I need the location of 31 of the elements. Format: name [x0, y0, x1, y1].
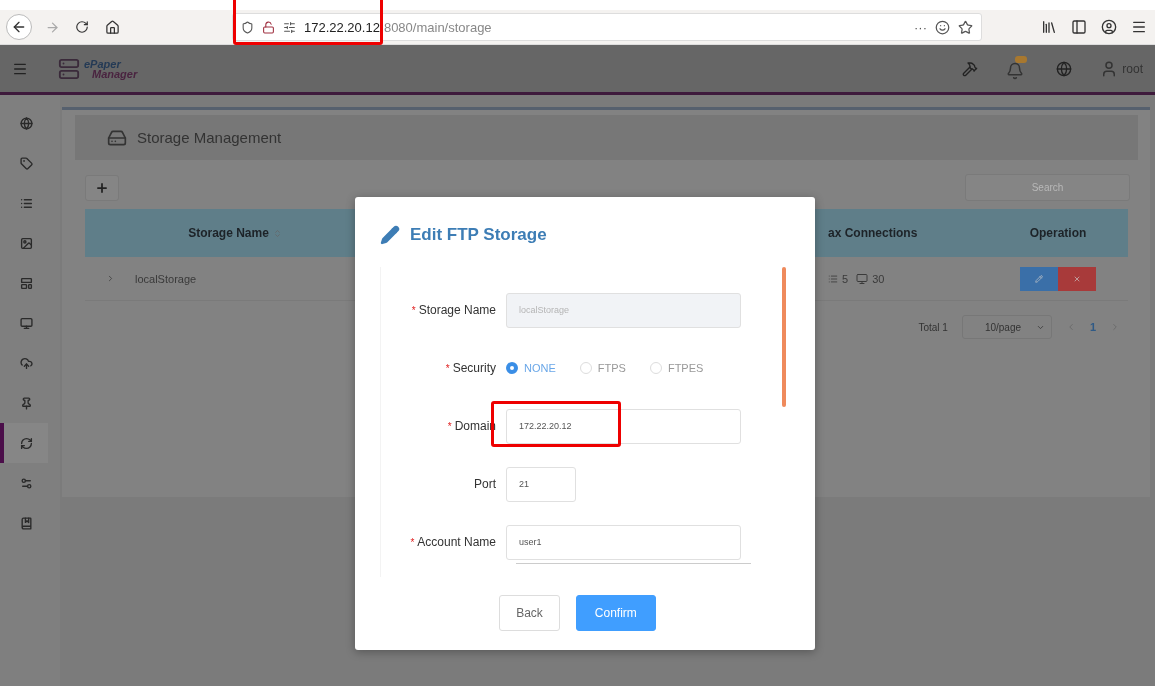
page-size-select[interactable]: 10/page — [961, 315, 1052, 339]
radio-option[interactable]: NONE — [506, 362, 556, 374]
field-label: Port — [473, 477, 497, 491]
field-label: * Account Name — [409, 535, 497, 549]
field-label: * Storage Name — [410, 303, 497, 317]
radio-label: FTPS — [597, 362, 626, 374]
radio-option[interactable]: FTPS — [579, 362, 626, 374]
page-title: Storage Management — [137, 129, 282, 146]
table-cell: 30 — [872, 272, 885, 285]
input-field[interactable]: 21 — [506, 466, 576, 502]
confirm-button[interactable]: Confirm — [575, 595, 656, 631]
page-number[interactable]: 1 — [1089, 321, 1096, 333]
column-header[interactable]: ax Connections — [828, 226, 918, 240]
radio-option[interactable]: FTPES — [649, 362, 704, 374]
table-cell: 5 — [842, 272, 849, 285]
address-bar[interactable]: 172.22.20.12 8080/main/storage ··· — [232, 13, 982, 41]
dialog-title: Edit FTP Storage — [410, 224, 547, 245]
column-header[interactable]: Storage Name — [188, 226, 269, 240]
logo: ePaper Manager — [58, 57, 138, 80]
input-field[interactable]: user1 — [506, 524, 741, 560]
page-actions-button[interactable]: ··· — [914, 19, 927, 35]
radio-label: FTPES — [667, 362, 704, 374]
total-count: Total 1 — [918, 321, 948, 333]
input-field[interactable]: 172.22.20.12 — [506, 408, 741, 444]
url-host: 172.22.20.12 — [304, 19, 380, 35]
column-header[interactable]: Operation — [1029, 226, 1087, 240]
field-label: * Security — [444, 361, 497, 375]
back-button[interactable]: Back — [499, 595, 560, 631]
url-path: 8080/main/storage — [383, 19, 492, 35]
table-cell-text: localStorage — [135, 272, 198, 285]
radio-label: NONE — [524, 362, 556, 374]
